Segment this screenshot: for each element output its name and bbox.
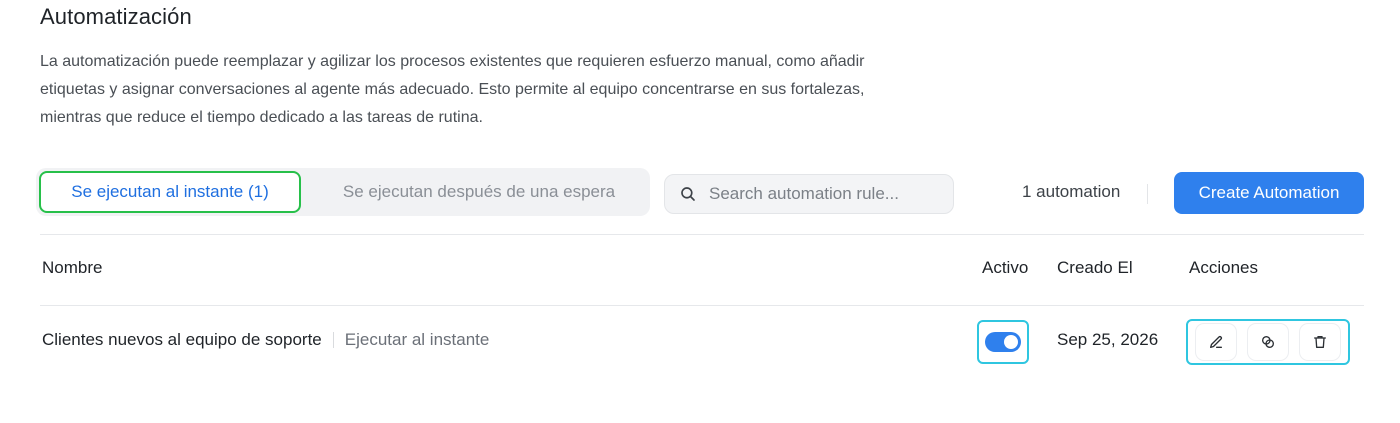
page-description: La automatización puede reemplazar y agi… [40, 48, 1020, 132]
edit-icon [1210, 335, 1223, 348]
automation-name-cell: Clientes nuevos al equipo de soporte Eje… [42, 330, 489, 350]
trigger-tabs: Se ejecutan al instante (1) Se ejecutan … [36, 168, 650, 216]
create-automation-button[interactable]: Create Automation [1174, 172, 1364, 214]
search-input[interactable] [707, 183, 931, 205]
toggle-switch[interactable] [985, 332, 1021, 352]
automation-name: Clientes nuevos al equipo de soporte [42, 330, 322, 349]
page-title: Automatización [40, 4, 192, 29]
name-separator [332, 332, 334, 348]
divider [40, 305, 1364, 306]
toolbar-divider [1147, 184, 1148, 204]
search-icon [681, 187, 695, 201]
description-line: mientras que reduce el tiempo dedicado a… [40, 109, 483, 126]
divider [40, 234, 1364, 235]
search-box[interactable] [664, 174, 954, 214]
description-line: etiquetas y asignar conversaciones al ag… [40, 81, 865, 98]
automation-count: 1 automation [1022, 182, 1121, 201]
column-header-created: Creado El [1057, 258, 1133, 277]
duplicate-icon [1262, 336, 1274, 348]
delete-icon [1314, 336, 1326, 348]
toggle-knob [1004, 335, 1018, 349]
column-header-name: Nombre [42, 258, 103, 277]
tab-run-after-wait[interactable]: Se ejecutan después de una espera [311, 171, 647, 213]
duplicate-button[interactable] [1248, 324, 1288, 360]
automation-trigger: Ejecutar al instante [344, 330, 490, 349]
description-line: La automatización puede reemplazar y agi… [40, 53, 865, 70]
column-header-active: Activo [982, 258, 1029, 277]
edit-button[interactable] [1196, 324, 1236, 360]
active-toggle[interactable] [977, 320, 1029, 364]
column-header-actions: Acciones [1189, 258, 1258, 277]
delete-button[interactable] [1300, 324, 1340, 360]
row-actions [1186, 319, 1350, 365]
created-date: Sep 25, 2026 [1057, 330, 1159, 349]
tab-run-instantly[interactable]: Se ejecutan al instante (1) [39, 171, 301, 213]
